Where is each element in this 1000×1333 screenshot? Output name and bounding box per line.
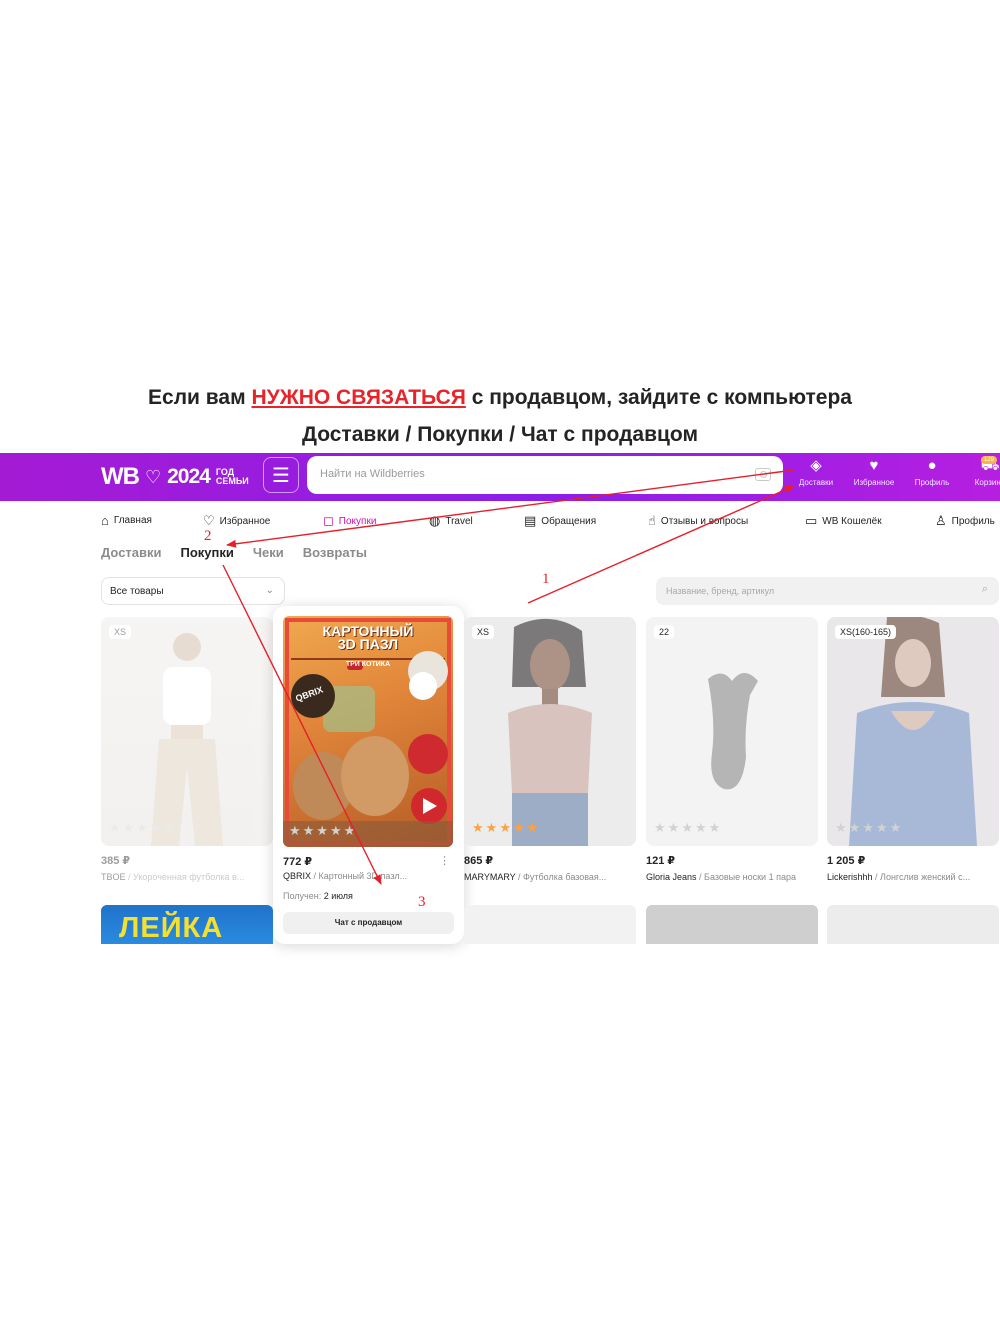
- nav-wallet[interactable]: ▭ WB Кошелёк: [805, 513, 882, 529]
- header-deliveries-label: Доставки: [798, 478, 834, 487]
- chat-icon: ▤: [524, 513, 537, 528]
- search-input[interactable]: Найти на Wildberries: [307, 456, 783, 494]
- image-subtitle: ТРИ КОТИКА: [345, 661, 391, 668]
- site-header: WB ♡ 2024 год семьи ☰ Найти на Wildberri…: [0, 453, 1000, 501]
- search-placeholder: Найти на Wildberries: [320, 468, 425, 480]
- product-photo: [708, 673, 758, 790]
- product-card-placeholder: [646, 905, 818, 944]
- rating-stars: ★ ★ ★ ★ ★: [109, 820, 176, 835]
- product-card[interactable]: XS ★ ★ ★ ★ ★ 385 ₽ TBOE / Укороченная футбол…: [101, 617, 273, 882]
- product-title: Lickerishhh / Лонгслив женский с...: [827, 872, 971, 882]
- product-search-input[interactable]: Название, бренд, артикул ⌕: [656, 577, 999, 605]
- header-deliveries[interactable]: ◈ Доставки: [787, 456, 845, 487]
- product-card-featured[interactable]: КАРТОННЫЙ 3D ПАЗЛ ТРИ КОТИКА QBRIX ★ ★ ★ ★ ★…: [273, 606, 464, 944]
- category-select-value: Все товары: [110, 586, 164, 597]
- person-icon: ●: [927, 457, 937, 474]
- product-price: 1 205 ₽: [827, 855, 866, 867]
- product-image[interactable]: XS(160-165) ★ ★ ★ ★ ★: [827, 617, 999, 846]
- nav-favorites[interactable]: ♡ Избранное: [203, 513, 270, 529]
- promo-banner-text: ЛЕЙКА: [119, 912, 224, 944]
- instruction-highlight: НУЖНО СВЯЗАТЬСЯ: [251, 386, 466, 409]
- thumb-icon: ☝: [648, 513, 656, 528]
- account-nav: ⌂ Главная ♡ Избранное ◻ Покупки ◍ Travel ▤ Об…: [101, 513, 1000, 533]
- product-title: QBRIX / Картонный 3D пазл...: [283, 871, 408, 881]
- product-price: 865 ₽: [464, 855, 494, 867]
- product-image[interactable]: КАРТОННЫЙ 3D ПАЗЛ ТРИ КОТИКА QBRIX ★ ★ ★ ★ ★: [283, 616, 453, 847]
- rating-stars: ★ ★ ★ ★ ★: [472, 820, 539, 835]
- size-badge: XS(160-165): [835, 625, 897, 639]
- home-icon: ⌂: [101, 513, 109, 528]
- purchase-tabs: Доставки Покупки Чеки Возвраты: [101, 545, 367, 560]
- chat-with-seller-button[interactable]: Чат с продавцом: [283, 912, 454, 934]
- product-card[interactable]: XS(160-165) ★ ★ ★ ★ ★ 1 205 ₽ Lickerishhh / …: [827, 617, 999, 882]
- product-title: Gloria Jeans / Базовые носки 1 пара: [646, 872, 796, 882]
- header-favorites-label: Избранное: [853, 478, 895, 487]
- burger-menu-icon[interactable]: ☰: [263, 457, 299, 493]
- product-title: MARYMARY / Футболка базовая...: [464, 872, 607, 882]
- rating-stars: ★ ★ ★ ★ ★: [289, 823, 356, 838]
- logo[interactable]: WB ♡ 2024 год семьи: [101, 462, 258, 492]
- product-card[interactable]: XS ★ ★ ★ ★ ★ 865 ₽ MARYMARY / Футболка базов…: [464, 617, 636, 882]
- product-card-placeholder: [827, 905, 999, 944]
- header-favorites[interactable]: ♥ Избранное: [845, 456, 903, 487]
- product-price: 385 ₽: [101, 855, 131, 867]
- product-photo: [151, 633, 223, 846]
- product-image[interactable]: 22 ★ ★ ★ ★ ★: [646, 617, 818, 846]
- nav-purchases[interactable]: ◻ Покупки: [323, 513, 376, 529]
- size-badge: XS: [472, 625, 495, 639]
- header-cart-label: Корзина: [974, 478, 1000, 487]
- image-title: КАРТОННЫЙ 3D ПАЗЛ: [322, 623, 414, 652]
- cart-count-badge: 129: [981, 456, 998, 464]
- logo-year: 2024: [167, 465, 211, 488]
- header-profile[interactable]: ● Профиль: [903, 456, 961, 487]
- heart-logo-icon: ♡: [144, 466, 162, 487]
- received-status: Получен: 2 июля: [283, 891, 353, 901]
- person-icon: ♙: [935, 513, 947, 528]
- logo-tagline: год семьи: [215, 467, 249, 486]
- search-icon: ⌕: [981, 583, 988, 595]
- product-card-placeholder: [464, 905, 636, 944]
- promo-banner[interactable]: ЛЕЙКА: [101, 905, 273, 944]
- tab-receipts[interactable]: Чеки: [253, 545, 284, 560]
- product-photo: [849, 617, 977, 846]
- heart-icon: ♥: [869, 457, 879, 474]
- wallet-icon: ▭: [805, 513, 818, 528]
- header-profile-label: Профиль: [914, 478, 950, 487]
- product-price: 772 ₽: [283, 856, 313, 868]
- product-card[interactable]: 22 ★ ★ ★ ★ ★ 121 ₽ Gloria Jeans / Базовые но…: [646, 617, 818, 882]
- more-options-icon[interactable]: ⋮: [439, 854, 450, 867]
- annotation-step-1: 1: [542, 571, 550, 587]
- nav-requests[interactable]: ▤ Обращения: [524, 513, 596, 529]
- product-photo: [508, 618, 592, 846]
- box-icon: ◈: [810, 457, 822, 474]
- instruction-path: Доставки / Покупки / Чат с продавцом: [301, 423, 698, 446]
- annotation-step-2: 2: [204, 528, 212, 544]
- tab-purchases[interactable]: Покупки: [181, 545, 234, 560]
- nav-travel[interactable]: ◍ Travel: [429, 513, 473, 529]
- product-image[interactable]: XS ★ ★ ★ ★ ★: [101, 617, 273, 846]
- tab-deliveries[interactable]: Доставки: [101, 545, 162, 560]
- size-badge: XS: [109, 625, 132, 639]
- rating-stars: ★ ★ ★ ★ ★: [654, 820, 721, 835]
- nav-home[interactable]: ⌂ Главная: [101, 513, 152, 528]
- instruction-heading: Если вам НУЖНО СВЯЗАТЬСЯ с продавцом, за…: [148, 386, 852, 409]
- tab-returns[interactable]: Возвраты: [303, 545, 367, 560]
- heart-icon: ♡: [203, 513, 215, 528]
- annotation-step-3: 3: [418, 894, 426, 910]
- nav-reviews[interactable]: ☝ Отзывы и вопросы: [648, 513, 748, 529]
- globe-icon: ◍: [429, 513, 441, 528]
- size-badge: 22: [654, 625, 675, 639]
- chevron-down-icon: ⌄: [265, 585, 274, 596]
- product-search-placeholder: Название, бренд, артикул: [666, 586, 775, 596]
- nav-profile[interactable]: ♙ Профиль: [935, 513, 995, 529]
- category-select[interactable]: Все товары ⌄: [101, 577, 285, 605]
- rating-stars: ★ ★ ★ ★ ★: [835, 820, 902, 835]
- product-title: TBOE / Укороченная футболка в...: [101, 872, 245, 882]
- camera-icon[interactable]: [755, 468, 771, 481]
- product-image[interactable]: XS ★ ★ ★ ★ ★: [464, 617, 636, 846]
- bag-icon: ◻: [323, 513, 334, 528]
- logo-wb: WB: [101, 463, 140, 490]
- product-price: 121 ₽: [646, 855, 676, 867]
